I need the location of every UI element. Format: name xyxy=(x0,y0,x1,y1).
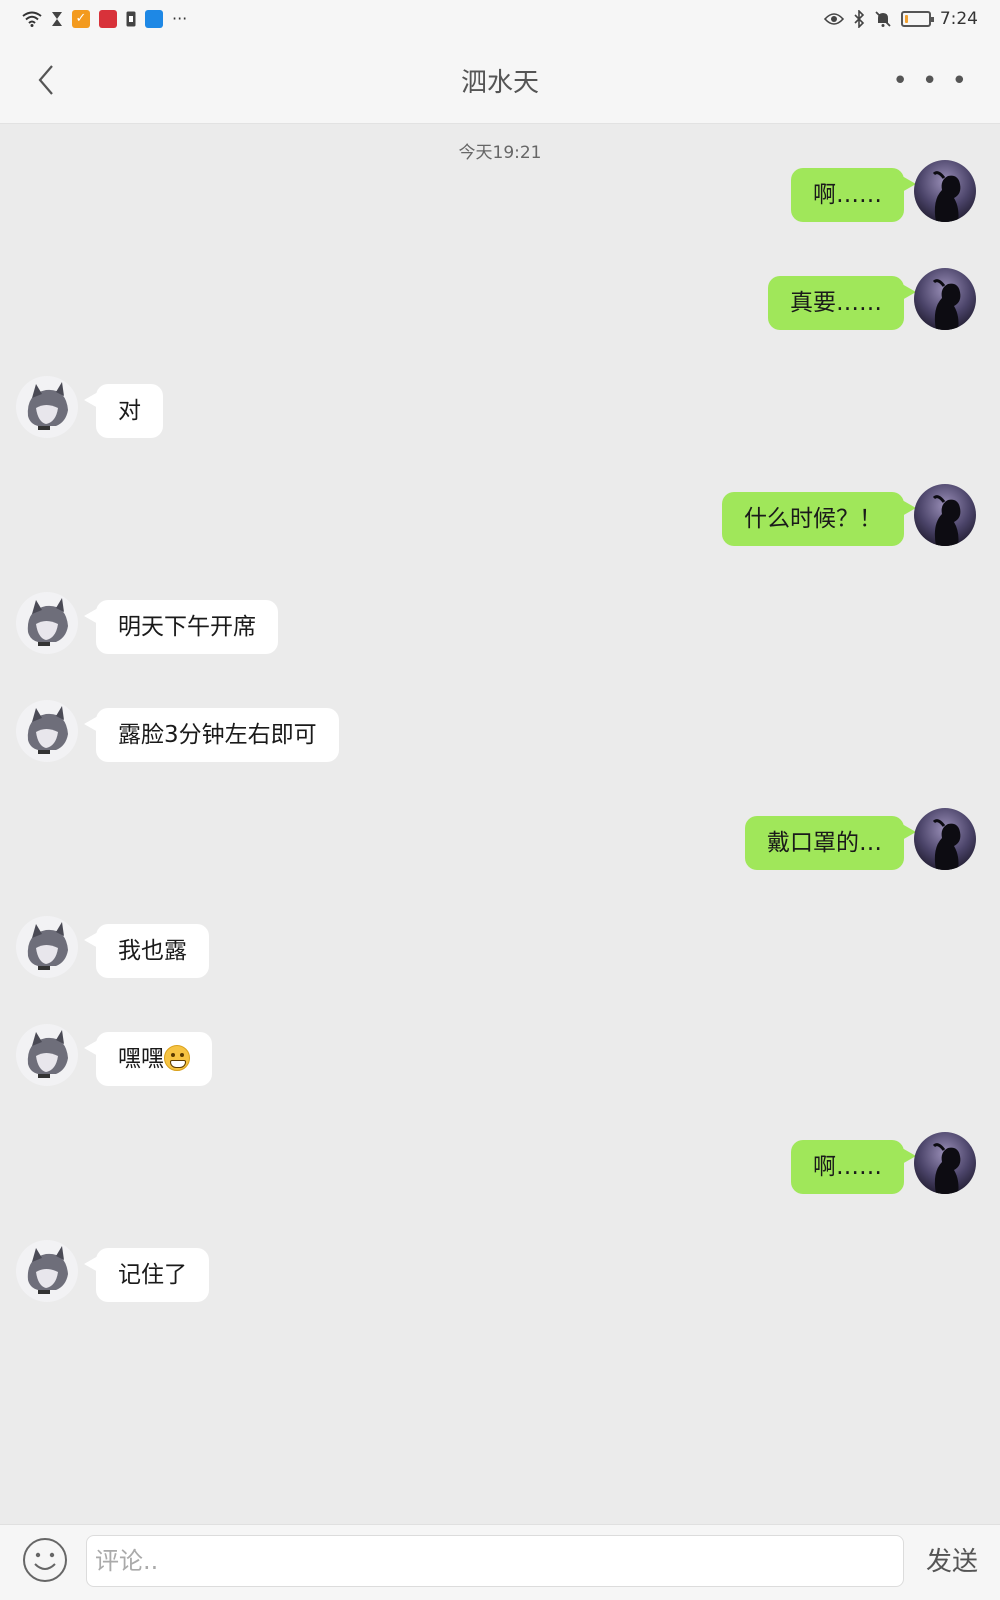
message-row: 嘿嘿 xyxy=(0,1024,1000,1088)
message-bubble[interactable]: 嘿嘿 xyxy=(84,1032,212,1086)
grin-emoji-icon xyxy=(164,1045,190,1071)
message-text: 对 xyxy=(118,398,141,424)
nav-bar: 泗水天 • • • xyxy=(0,38,1000,124)
message-row: 啊…… xyxy=(0,160,1000,224)
more-dots-icon: ··· xyxy=(172,9,188,28)
message-text: 记住了 xyxy=(118,1262,187,1288)
message-bubble[interactable]: 对 xyxy=(84,384,163,438)
more-options-button[interactable]: • • • xyxy=(892,66,970,96)
message-bubble[interactable]: 记住了 xyxy=(84,1248,209,1302)
message-bubble[interactable]: 啊…… xyxy=(791,168,916,222)
message-bubble[interactable]: 什么时候？！ xyxy=(722,492,916,546)
message-row: 明天下午开席 xyxy=(0,592,1000,656)
chat-title: 泗水天 xyxy=(460,68,539,98)
status-left-icons: ✓ ··· xyxy=(22,10,187,28)
my-avatar[interactable] xyxy=(914,268,976,330)
message-text: 戴口罩的… xyxy=(767,830,882,856)
message-bubble[interactable]: 露脸3分钟左右即可 xyxy=(84,708,339,762)
message-text: 露脸3分钟左右即可 xyxy=(118,722,317,748)
contact-avatar[interactable] xyxy=(16,1240,78,1302)
sim-icon xyxy=(126,11,136,27)
my-avatar[interactable] xyxy=(914,484,976,546)
input-bar: 发送 xyxy=(0,1524,1000,1600)
message-text: 真要…… xyxy=(790,290,882,316)
message-text: 啊…… xyxy=(813,1154,882,1180)
contact-avatar[interactable] xyxy=(16,916,78,978)
contact-avatar[interactable] xyxy=(16,700,78,762)
message-row: 啊…… xyxy=(0,1132,1000,1196)
message-bubble[interactable]: 我也露 xyxy=(84,924,209,978)
message-text: 什么时候？！ xyxy=(744,506,882,532)
battery-icon xyxy=(900,11,934,27)
my-avatar[interactable] xyxy=(914,1132,976,1194)
send-button[interactable]: 发送 xyxy=(926,1541,978,1578)
message-bubble[interactable]: 戴口罩的… xyxy=(745,816,916,870)
eye-icon xyxy=(823,13,844,25)
check-app-icon: ✓ xyxy=(72,10,90,28)
hourglass-icon xyxy=(52,12,62,26)
message-text: 我也露 xyxy=(118,938,187,964)
contact-avatar[interactable] xyxy=(16,1024,78,1086)
contact-avatar[interactable] xyxy=(16,376,78,438)
smiley-icon[interactable] xyxy=(22,1537,68,1583)
bluetooth-icon xyxy=(854,10,864,28)
status-time: 7:24 xyxy=(939,9,978,29)
app-icon-red xyxy=(99,10,117,28)
message-row: 戴口罩的… xyxy=(0,808,1000,872)
message-text: 嘿嘿 xyxy=(118,1046,164,1072)
message-row: 记住了 xyxy=(0,1240,1000,1304)
message-bubble[interactable]: 明天下午开席 xyxy=(84,600,278,654)
mute-icon xyxy=(875,11,891,27)
message-row: 露脸3分钟左右即可 xyxy=(0,700,1000,764)
wifi-icon xyxy=(22,11,42,27)
message-row: 我也露 xyxy=(0,916,1000,980)
message-row: 真要…… xyxy=(0,268,1000,332)
status-right-icons: 7:24 xyxy=(823,9,978,29)
message-row: 什么时候？！ xyxy=(0,484,1000,548)
message-text: 明天下午开席 xyxy=(118,614,256,640)
message-text: 啊…… xyxy=(813,182,882,208)
message-bubble[interactable]: 啊…… xyxy=(791,1140,916,1194)
chat-area[interactable]: 今天19:21 啊…… 真要…… 对 什么时候？！ 明天下午开席 露脸3分钟左右… xyxy=(0,124,1000,1524)
my-avatar[interactable] xyxy=(914,808,976,870)
message-row: 对 xyxy=(0,376,1000,440)
comment-input[interactable] xyxy=(86,1535,904,1587)
message-bubble[interactable]: 真要…… xyxy=(768,276,916,330)
contact-avatar[interactable] xyxy=(16,592,78,654)
app-icon-blue xyxy=(145,10,163,28)
status-bar: ✓ ··· 7:24 xyxy=(0,0,1000,38)
my-avatar[interactable] xyxy=(914,160,976,222)
